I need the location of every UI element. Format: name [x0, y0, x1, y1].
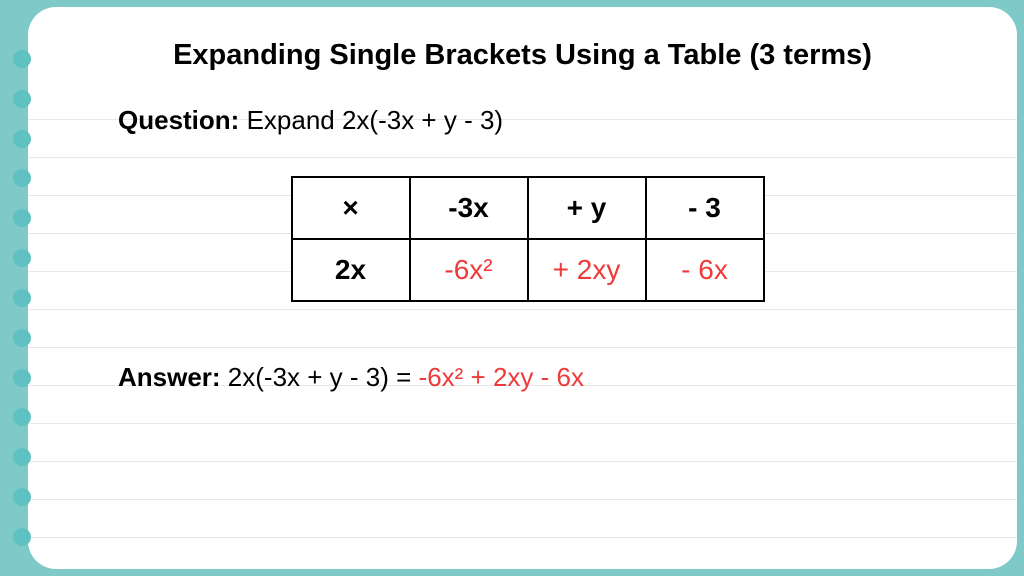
page-title: Expanding Single Brackets Using a Table …: [88, 39, 957, 72]
answer-line: Answer: 2x(-3x + y - 3) = -6x² + 2xy - 6…: [118, 362, 957, 393]
answer-lhs: 2x(-3x + y - 3) =: [221, 362, 419, 392]
cell-result1: -6x²: [410, 239, 528, 301]
answer-rhs: -6x² + 2xy - 6x: [419, 362, 584, 392]
question-label: Question:: [118, 105, 239, 135]
multiplication-table: × -3x + y - 3 2x -6x² + 2xy - 6x: [291, 176, 765, 302]
cell-term2: + y: [528, 177, 646, 239]
question-line: Question: Expand 2x(-3x + y - 3): [118, 105, 957, 136]
cell-result3: - 6x: [646, 239, 764, 301]
question-text: Expand 2x(-3x + y - 3): [239, 105, 503, 135]
cell-term1: -3x: [410, 177, 528, 239]
cell-multiplier: 2x: [292, 239, 410, 301]
answer-label: Answer:: [118, 362, 221, 392]
binder-holes: [13, 50, 31, 546]
cell-term3: - 3: [646, 177, 764, 239]
page-card: Expanding Single Brackets Using a Table …: [28, 7, 1017, 569]
cell-result2: + 2xy: [528, 239, 646, 301]
cell-mult-sign: ×: [292, 177, 410, 239]
